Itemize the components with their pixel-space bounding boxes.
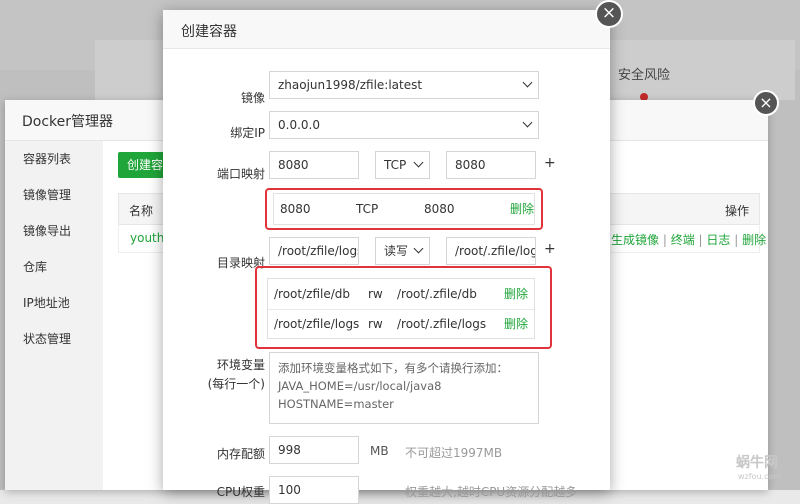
cpu-label: CPU权重 — [216, 485, 265, 499]
container-path-input[interactable]: /root/.zfile/logs — [446, 237, 536, 265]
env-label: 环境变量 — [216, 358, 265, 372]
env-label-note: (每行一个) — [207, 377, 265, 391]
cpu-hint: 权重越大,越时CPU资源分配越多 — [405, 485, 578, 499]
port-mapping-label: 端口映射 — [216, 167, 265, 181]
terminal-link[interactable]: 终端 — [671, 233, 695, 247]
env-placeholder-line: JAVA_HOME=/usr/local/java8 — [278, 379, 442, 393]
docker-window-title: Docker管理器 — [22, 114, 114, 130]
protocol-value: TCP — [384, 158, 407, 172]
sidebar-item-registry[interactable]: 仓库 — [5, 249, 103, 285]
container-port-input[interactable]: 8080 — [446, 151, 536, 179]
volume-mapping-label: 目录映射 — [216, 256, 265, 270]
memory-hint: 不可超过1997MB — [405, 446, 503, 460]
highlight-port-list — [265, 188, 543, 230]
sidebar-item-containers[interactable]: 容器列表 — [5, 141, 103, 177]
logs-link[interactable]: 日志 — [706, 233, 730, 247]
bind-ip-value: 0.0.0.0 — [278, 118, 320, 132]
bind-ip-label: 绑定IP — [230, 126, 265, 140]
host-path-input[interactable]: /root/zfile/logs — [269, 237, 359, 265]
host-port-input[interactable]: 8080 — [269, 151, 359, 179]
watermark-domain: wzfou.com — [738, 472, 782, 481]
cpu-input[interactable]: 100 — [269, 476, 359, 504]
chevron-down-icon — [522, 117, 533, 128]
generate-image-link[interactable]: 生成镜像 — [611, 233, 659, 247]
memory-label: 内存配额 — [216, 447, 265, 461]
memory-input[interactable]: 998 — [269, 436, 359, 464]
chevron-down-icon — [522, 77, 533, 88]
watermark-logo: 蜗牛网 — [736, 455, 778, 471]
image-label: 镜像 — [240, 91, 265, 105]
add-volume-button[interactable]: + — [544, 241, 556, 257]
sidebar-item-ip-pool[interactable]: IP地址池 — [5, 285, 103, 321]
row-actions: 生成镜像 | 终端 | 日志 | 删除 — [611, 233, 767, 247]
image-select-value: zhaojun1998/zfile:latest — [278, 78, 423, 92]
modal-title: 创建容器 — [181, 24, 237, 40]
env-textarea[interactable]: 添加环境变量格式如下，有多个请换行添加： JAVA_HOME=/usr/loca… — [269, 352, 539, 424]
mode-select[interactable]: 读写 — [375, 237, 430, 265]
add-port-button[interactable]: + — [544, 155, 556, 171]
chevron-down-icon — [413, 157, 424, 168]
create-container-modal: 创建容器 镜像 zhaojun1998/zfile:latest 绑定IP 0.… — [163, 10, 610, 504]
bind-ip-select[interactable]: 0.0.0.0 — [269, 111, 539, 139]
docker-close-icon[interactable]: × — [753, 90, 779, 116]
chevron-down-icon — [413, 243, 424, 254]
mode-value: 读写 — [384, 244, 409, 258]
delete-link[interactable]: 删除 — [742, 233, 766, 247]
image-select[interactable]: zhaojun1998/zfile:latest — [269, 71, 539, 99]
highlight-volume-list — [255, 266, 552, 349]
protocol-select[interactable]: TCP — [375, 151, 430, 179]
sidebar-item-images[interactable]: 镜像管理 — [5, 177, 103, 213]
memory-unit: MB — [370, 444, 389, 458]
env-placeholder-line: 添加环境变量格式如下，有多个请换行添加： — [278, 361, 508, 375]
column-ops: 操作 — [724, 204, 749, 218]
modal-close-icon[interactable]: × — [595, 0, 623, 28]
docker-sidebar: 容器列表 镜像管理 镜像导出 仓库 IP地址池 状态管理 — [5, 141, 103, 490]
column-name: 名称 — [129, 204, 154, 218]
sidebar-item-status[interactable]: 状态管理 — [5, 321, 103, 357]
env-placeholder-line: HOSTNAME=master — [278, 397, 394, 411]
sidebar-item-image-export[interactable]: 镜像导出 — [5, 213, 103, 249]
